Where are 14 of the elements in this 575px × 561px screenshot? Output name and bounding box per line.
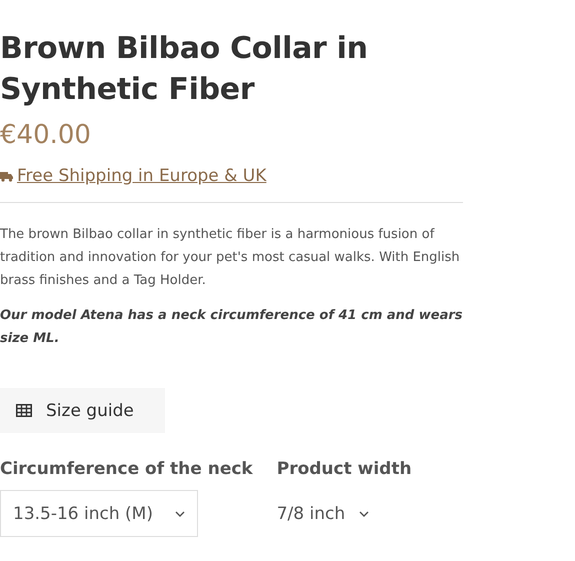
product-description: The brown Bilbao collar in synthetic fiber is a harmonious fusion of tradition and innovation for your pet's most casual walks. With English brass finishes and a Tag Holder. — [0, 226, 461, 290]
truck-icon — [0, 170, 13, 182]
product-price: €40.00 — [0, 120, 92, 150]
chevron-down-icon — [359, 510, 370, 516]
option-select[interactable]: 7/8 inch — [276, 490, 370, 537]
shipping-link[interactable]: Free Shipping in Europe & UK — [17, 166, 266, 186]
product-title: Brown Bilbao Collar in Synthetic Fiber — [0, 30, 369, 109]
model-note: Our model Atena has a neck circumference of 41 cm and wears size ML. — [0, 307, 463, 348]
chevron-down-icon — [174, 510, 185, 516]
size-guide-button[interactable]: Size guide — [0, 388, 165, 433]
option-label: Product width — [276, 459, 412, 479]
table-icon — [16, 404, 32, 417]
option-label: Circumference of the neck — [0, 459, 253, 479]
option-select[interactable]: 13.5-16 inch (M) — [0, 490, 198, 537]
